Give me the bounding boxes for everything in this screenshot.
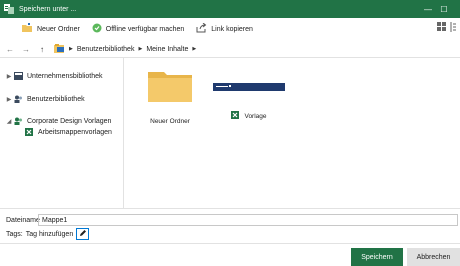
filename-label: Dateiname bbox=[6, 216, 40, 224]
tree-item-arbeitsmappenvorlagen[interactable]: Arbeitsmappenvorlagen bbox=[25, 126, 112, 138]
filename-row: Dateiname Mappe1 bbox=[0, 214, 460, 226]
up-button[interactable]: ↑ bbox=[36, 45, 48, 54]
tags-row: Tags: Tag hinzufügen bbox=[6, 228, 90, 240]
maximize-button[interactable]: ☐ bbox=[436, 0, 452, 18]
breadcrumb-separator-icon: ▶ bbox=[138, 46, 143, 52]
company-library-icon bbox=[14, 72, 23, 80]
cancel-button[interactable]: Abbrechen bbox=[407, 248, 460, 266]
expand-arrow-icon[interactable]: ▶ bbox=[4, 96, 14, 103]
file-content-area: Neuer Ordner Vorlage bbox=[125, 58, 460, 208]
divider bbox=[0, 243, 460, 244]
filename-value: Mappe1 bbox=[42, 216, 68, 224]
view-options bbox=[437, 22, 456, 34]
title-bar: Speichern unter ... — ☐ bbox=[0, 0, 460, 18]
collapse-arrow-icon[interactable]: ◢ bbox=[4, 118, 14, 125]
view-mode-icon[interactable] bbox=[437, 22, 448, 34]
back-button[interactable]: ← bbox=[4, 45, 16, 54]
edit-tags-button[interactable] bbox=[76, 228, 90, 240]
file-item-label: Vorlage bbox=[244, 112, 267, 120]
breadcrumb-benutzerbibliothek[interactable]: Benutzerbibliothek bbox=[77, 46, 135, 53]
tags-input[interactable]: Tag hinzufügen bbox=[26, 231, 73, 238]
new-folder-label: Neuer Ordner bbox=[37, 25, 80, 33]
toolbar: Neuer Ordner Offline verfügbar machen Li… bbox=[0, 20, 460, 38]
user-library-icon bbox=[14, 95, 23, 103]
tree-item-benutzerbibliothek[interactable]: ▶ Benutzerbibliothek bbox=[4, 93, 85, 105]
pencil-icon bbox=[79, 229, 87, 239]
file-item-folder[interactable]: Neuer Ordner bbox=[145, 70, 195, 125]
expand-arrow-icon[interactable]: ▶ bbox=[4, 73, 14, 80]
breadcrumb-meine-inhalte[interactable]: Meine Inhalte bbox=[146, 46, 188, 53]
excel-file-icon bbox=[231, 111, 240, 121]
library-icon bbox=[54, 43, 65, 55]
share-link-icon bbox=[196, 22, 207, 35]
divider bbox=[0, 208, 460, 209]
tree-item-label: Unternehmensbibliothek bbox=[27, 72, 103, 80]
forward-button[interactable]: → bbox=[20, 45, 32, 54]
close-button[interactable] bbox=[452, 0, 460, 18]
copy-link-button[interactable]: Link kopieren bbox=[196, 22, 253, 36]
new-folder-icon bbox=[22, 23, 33, 35]
breadcrumb-separator-icon: ▶ bbox=[69, 46, 73, 52]
offline-button[interactable]: Offline verfügbar machen bbox=[92, 22, 184, 36]
breadcrumb-dropdown-icon[interactable]: ▶ bbox=[192, 46, 196, 52]
sort-icon[interactable] bbox=[450, 22, 456, 34]
tree-item-unternehmensbibliothek[interactable]: ▶ Unternehmensbibliothek bbox=[4, 70, 103, 82]
shared-templates-icon bbox=[14, 117, 23, 125]
excel-template-icon bbox=[25, 128, 34, 136]
tree-item-label: Benutzerbibliothek bbox=[27, 95, 85, 103]
window-title: Speichern unter ... bbox=[19, 5, 77, 13]
copy-link-label: Link kopieren bbox=[211, 25, 253, 33]
navigation-pane: ▶ Unternehmensbibliothek ▶ Benutzerbibli… bbox=[0, 58, 124, 208]
tags-label: Tags: bbox=[6, 230, 23, 238]
filename-input[interactable]: Mappe1 bbox=[38, 214, 458, 226]
address-bar: ← → ↑ ▶ Benutzerbibliothek ▶ Meine Inhal… bbox=[0, 42, 460, 56]
offline-sync-icon bbox=[92, 23, 102, 35]
tree-item-label: Corporate Design Vorlagen bbox=[27, 117, 112, 125]
folder-icon bbox=[148, 70, 192, 104]
tree-item-label: Arbeitsmappenvorlagen bbox=[38, 128, 112, 136]
file-item-vorlage[interactable]: Vorlage bbox=[209, 70, 289, 121]
document-thumbnail bbox=[213, 83, 285, 93]
file-item-label: Neuer Ordner bbox=[150, 118, 190, 125]
save-button[interactable]: Speichern bbox=[351, 248, 403, 266]
offline-label: Offline verfügbar machen bbox=[105, 25, 185, 33]
minimize-button[interactable]: — bbox=[420, 0, 436, 18]
new-folder-button[interactable]: Neuer Ordner bbox=[22, 22, 80, 36]
file-item-label-row: Vorlage bbox=[231, 111, 267, 121]
app-icon bbox=[4, 4, 14, 14]
